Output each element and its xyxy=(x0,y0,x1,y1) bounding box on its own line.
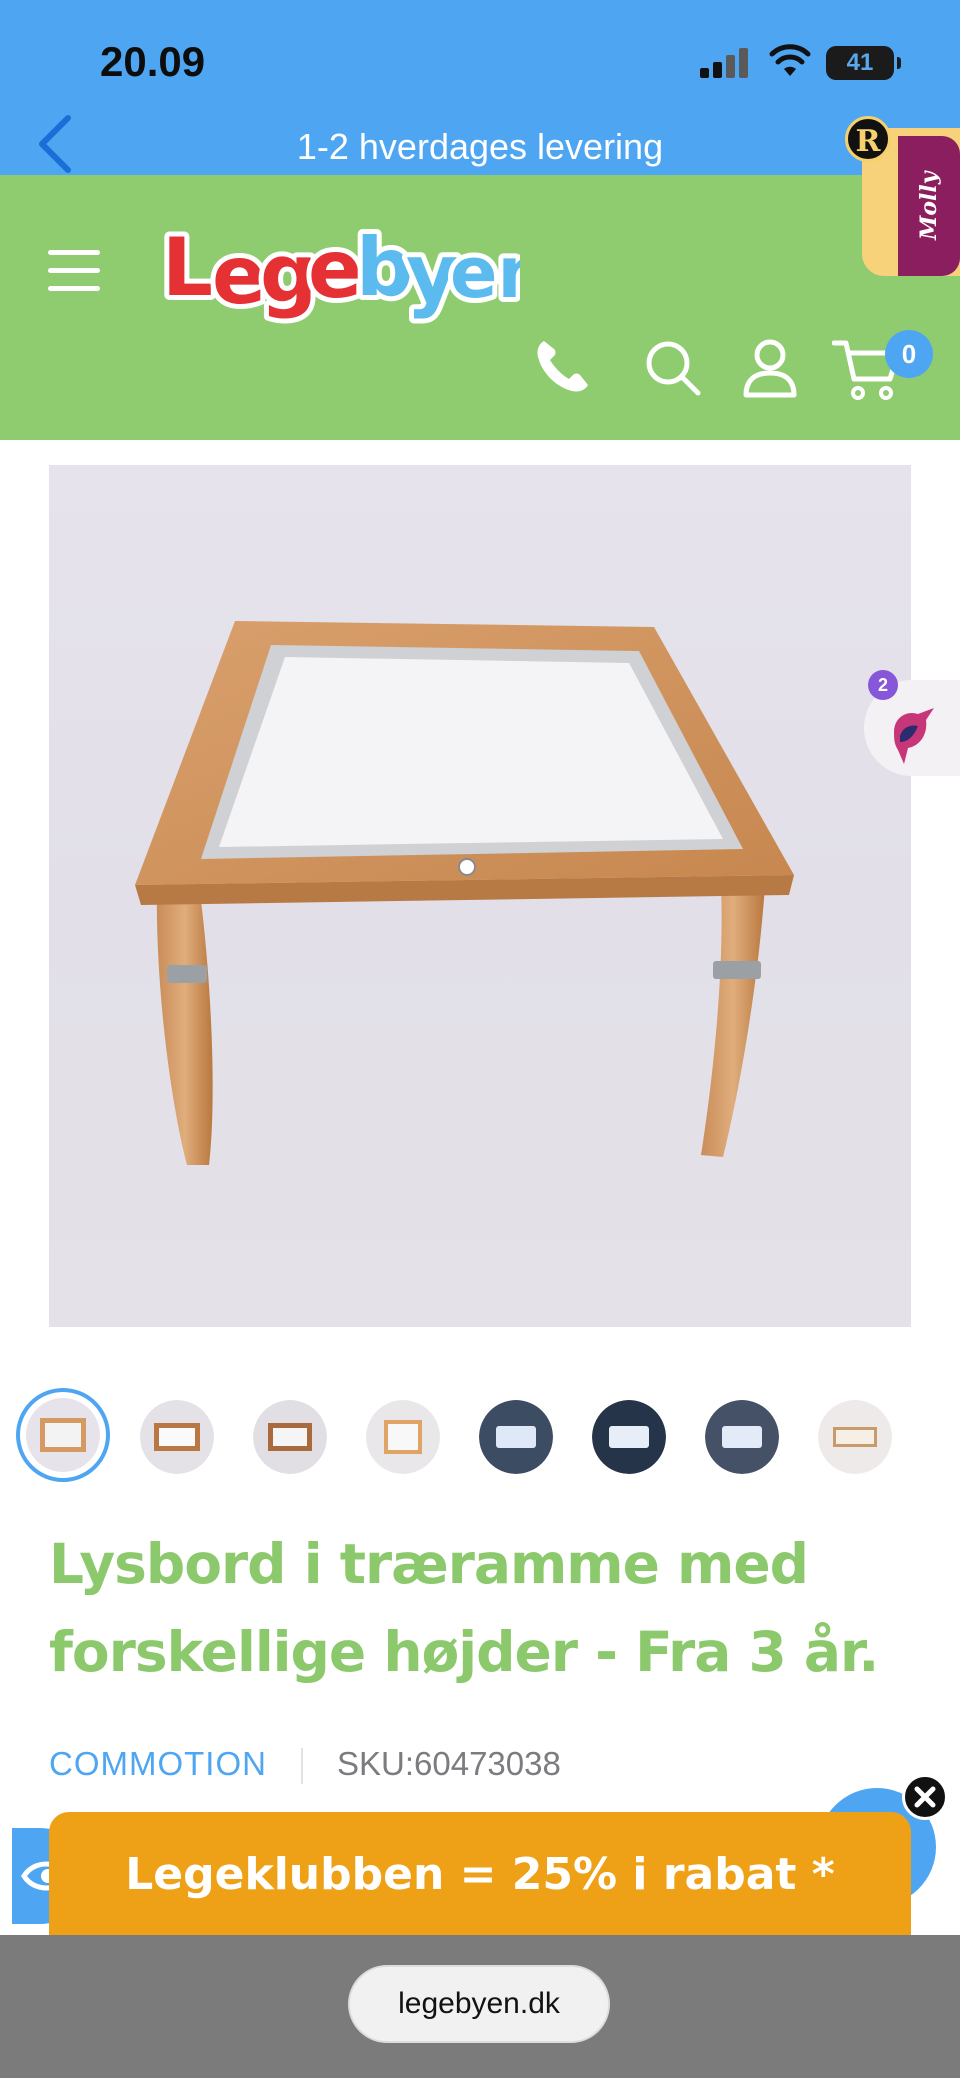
status-time: 20.09 xyxy=(100,38,206,85)
battery-icon: 41 xyxy=(826,46,901,80)
thumbnail[interactable] xyxy=(16,1388,110,1482)
thumbnail[interactable] xyxy=(592,1400,666,1474)
vendor-link[interactable]: COMMOTION xyxy=(49,1745,267,1782)
sku-text: SKU:60473038 xyxy=(336,1745,561,1782)
url-bar[interactable]: legebyen.dk xyxy=(348,1965,610,2043)
club-promo-banner[interactable]: Legeklubben = 25% i rabat * xyxy=(49,1812,911,1937)
product-image[interactable] xyxy=(49,465,911,1327)
search-icon[interactable] xyxy=(640,335,704,399)
bird-count-badge: 2 xyxy=(868,670,898,700)
close-icon xyxy=(914,1786,936,1808)
cellular-signal-icon xyxy=(700,48,750,78)
close-chat-button[interactable] xyxy=(902,1774,948,1820)
r-badge[interactable]: R xyxy=(845,116,891,162)
thumbnail[interactable] xyxy=(479,1400,553,1474)
phone-icon[interactable] xyxy=(530,335,594,399)
thumbnail[interactable] xyxy=(818,1400,892,1474)
meta-divider xyxy=(300,1748,303,1785)
wifi-icon xyxy=(769,44,811,76)
product-title: Lysbord i træramme med forskellige højde… xyxy=(49,1532,879,1684)
svg-text:en: en xyxy=(450,232,520,314)
menu-icon[interactable] xyxy=(48,250,100,292)
account-icon[interactable] xyxy=(738,335,802,399)
thumbnail[interactable] xyxy=(140,1400,214,1474)
cart-count-badge: 0 xyxy=(885,330,933,378)
shipping-banner-text: 1-2 hverdages levering xyxy=(296,126,664,167)
svg-text:e: e xyxy=(308,223,362,316)
light-table-illustration xyxy=(135,621,794,1165)
svg-text:L: L xyxy=(162,221,213,314)
svg-text:b: b xyxy=(356,221,413,314)
product-meta: COMMOTION SKU:60473038 xyxy=(49,1745,561,1787)
thumbnail[interactable] xyxy=(366,1400,440,1474)
site-header: L e g e b y en 0 xyxy=(0,175,960,440)
legebyen-logo[interactable]: L e g e b y en xyxy=(160,215,520,325)
thumbnail-strip xyxy=(0,1388,960,1484)
thumbnail[interactable] xyxy=(705,1400,779,1474)
thumbnail[interactable] xyxy=(253,1400,327,1474)
browser-bottom-bar: legebyen.dk xyxy=(0,1935,960,2078)
molly-label[interactable]: Molly xyxy=(898,136,960,276)
svg-text:e: e xyxy=(212,229,266,322)
